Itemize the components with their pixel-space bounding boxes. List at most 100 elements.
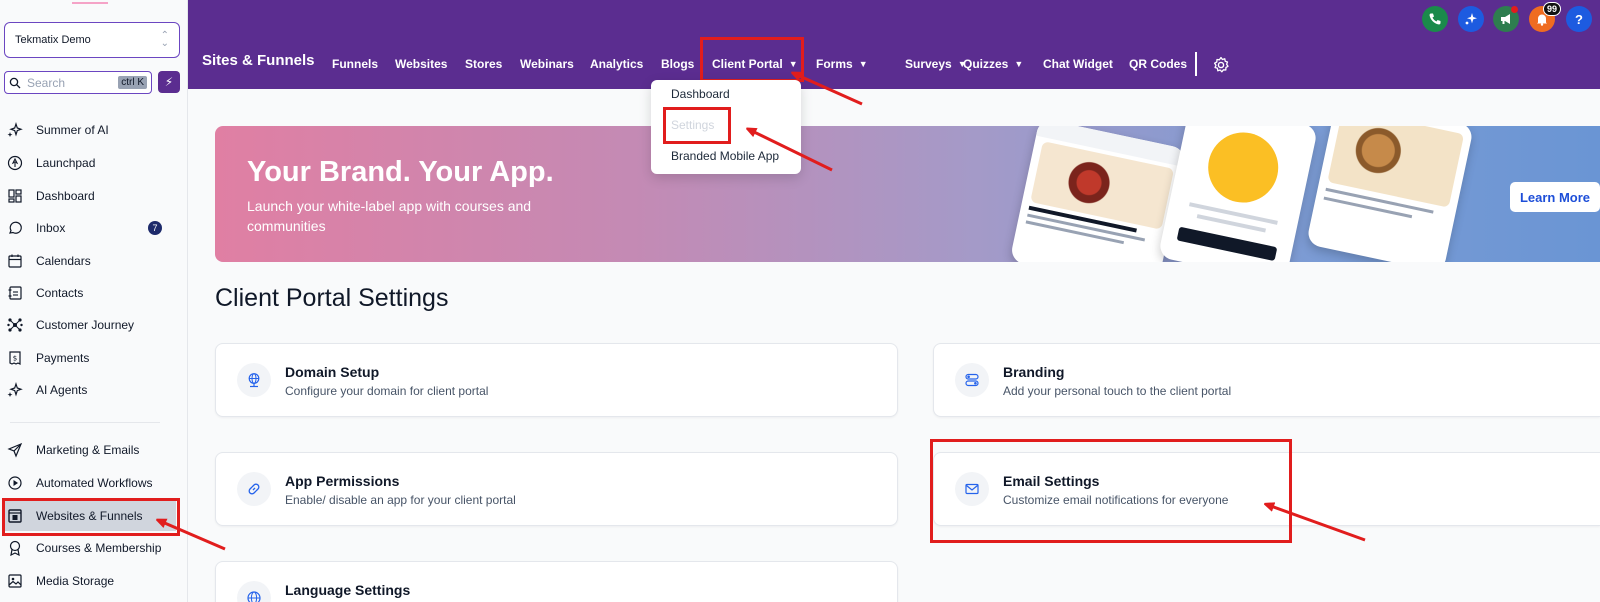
chevron-down-icon: ▼ [858, 59, 868, 69]
search-icon [9, 77, 21, 88]
tab-blogs[interactable]: Blogs [661, 57, 694, 71]
page-title: Client Portal Settings [215, 284, 449, 312]
account-switcher[interactable]: Tekmatix Demo ⌃ ⌄ [4, 22, 180, 58]
tab-label: Chat Widget [1043, 57, 1113, 71]
award-icon [6, 539, 24, 557]
account-name: Tekmatix Demo [15, 34, 91, 46]
card-title: App Permissions [285, 473, 400, 489]
send-icon [6, 441, 24, 459]
svg-text:$: $ [13, 355, 17, 363]
tab-label: Websites [395, 57, 448, 71]
tab-qr-codes[interactable]: QR Codes [1129, 57, 1187, 71]
tab-quizzes[interactable]: Quizzes ▼ [963, 57, 1023, 71]
sidebar-item-label: Inbox [36, 221, 66, 235]
phone-icon[interactable] [1422, 6, 1448, 32]
globe-icon [237, 581, 271, 602]
tab-label: Blogs [661, 57, 695, 71]
tab-surveys[interactable]: Surveys ▼ [905, 57, 967, 71]
app-preview-phone-food [1305, 126, 1475, 262]
sidebar-item-calendars[interactable]: Calendars [6, 249, 176, 273]
card-description: Enable/ disable an app for your client p… [285, 493, 516, 507]
section-title: Sites & Funnels [202, 52, 315, 69]
help-label: ? [1575, 11, 1583, 27]
tab-label: Forms [816, 57, 853, 71]
sidebar-item-media-storage[interactable]: Media Storage [6, 569, 176, 593]
sidebar-item-label: AI Agents [36, 383, 88, 397]
card-language-settings[interactable]: Language Settings [215, 561, 898, 602]
rocket-icon [6, 154, 24, 172]
sidebar-item-launchpad[interactable]: Launchpad [6, 151, 176, 175]
sidebar-item-marketing-emails[interactable]: Marketing & Emails [6, 438, 176, 462]
dropdown-item-dashboard[interactable]: Dashboard [671, 87, 730, 101]
card-description: Configure your domain for client portal [285, 384, 489, 398]
card-domain-setup[interactable]: Domain Setup Configure your domain for c… [215, 343, 898, 417]
sparkle-icon [6, 381, 24, 399]
tab-analytics[interactable]: Analytics [590, 57, 643, 71]
settings-highlight [663, 107, 731, 144]
learn-more-button[interactable]: Learn More [1510, 182, 1600, 212]
sidebar-item-label: Calendars [36, 254, 91, 268]
sidebar-item-label: Payments [36, 351, 90, 365]
dropdown-item-branded-mobile-app[interactable]: Branded Mobile App [671, 149, 779, 163]
quick-action-bolt-icon[interactable]: ⚡ [158, 71, 180, 93]
sidebar-item-inbox[interactable]: Inbox 7 [6, 216, 176, 240]
banner-title: Your Brand. Your App. [247, 156, 554, 188]
chat-icon [6, 219, 24, 237]
sidebar-item-automated-workflows[interactable]: Automated Workflows [6, 471, 176, 495]
calendar-icon [6, 252, 24, 270]
card-title: Language Settings [285, 582, 411, 598]
app-preview-phone-signin [1157, 126, 1319, 262]
sidebar-item-summer-of-ai[interactable]: Summer of AI [6, 118, 176, 142]
tab-label: Funnels [332, 57, 379, 71]
card-description: Add your personal touch to the client po… [1003, 384, 1232, 398]
link-icon [237, 472, 271, 506]
sidebar-item-payments[interactable]: $ Payments [6, 346, 176, 370]
search-placeholder: Search [27, 75, 66, 90]
workflow-icon [6, 474, 24, 492]
tab-stores[interactable]: Stores [465, 57, 502, 71]
client-portal-highlight [700, 37, 804, 82]
tab-forms[interactable]: Forms ▼ [816, 57, 868, 71]
contacts-icon [6, 284, 24, 302]
megaphone-icon[interactable] [1493, 6, 1519, 32]
search-input[interactable]: Search ctrl K [4, 71, 152, 94]
inbox-count-badge: 7 [148, 221, 162, 235]
sparkle-icon [6, 121, 24, 139]
gear-icon[interactable] [1212, 56, 1230, 74]
sidebar-divider [10, 422, 160, 423]
sidebar-item-dashboard[interactable]: Dashboard [6, 184, 176, 208]
tab-chat-widget[interactable]: Chat Widget [1043, 57, 1113, 71]
sidebar-item-courses-membership[interactable]: Courses & Membership [6, 536, 176, 560]
sidebar-item-label: Summer of AI [36, 123, 109, 137]
payments-icon: $ [6, 349, 24, 367]
top-navigation-bar: Sites & Funnels Funnels Websites Stores … [188, 0, 1600, 89]
sidebar-item-label: Media Storage [36, 574, 115, 588]
sidebar-item-label: Courses & Membership [36, 541, 162, 555]
tab-label: Analytics [590, 57, 644, 71]
sidebar-item-ai-agents[interactable]: AI Agents [6, 378, 176, 402]
nav-separator [1195, 52, 1197, 76]
grid-icon [6, 187, 24, 205]
help-icon[interactable]: ? [1566, 6, 1592, 32]
card-app-permissions[interactable]: App Permissions Enable/ disable an app f… [215, 452, 898, 526]
tab-websites[interactable]: Websites [395, 57, 447, 71]
card-title: Branding [1003, 364, 1065, 380]
sidebar-item-contacts[interactable]: Contacts [6, 281, 176, 305]
globe-network-icon [237, 363, 271, 397]
network-icon [6, 316, 24, 334]
sidebar-item-label: Automated Workflows [36, 476, 153, 490]
sidebar-item-label: Contacts [36, 286, 84, 300]
logo [60, 0, 120, 8]
tab-webinars[interactable]: Webinars [520, 57, 574, 71]
banner-subtitle: Launch your white-label app with courses… [247, 198, 532, 234]
sidebar-item-label: Dashboard [36, 189, 95, 203]
promo-banner: Your Brand. Your App. Launch your white-… [215, 126, 1600, 262]
tab-label: Quizzes [963, 57, 1009, 71]
ai-sparkle-icon[interactable] [1458, 6, 1484, 32]
chevron-updown-icon: ⌃ ⌄ [160, 30, 169, 49]
bell-icon[interactable]: 99 [1529, 2, 1561, 32]
image-icon [6, 572, 24, 590]
sidebar-item-customer-journey[interactable]: Customer Journey [6, 313, 176, 337]
card-branding[interactable]: Branding Add your personal touch to the … [933, 343, 1600, 417]
tab-funnels[interactable]: Funnels [332, 57, 378, 71]
